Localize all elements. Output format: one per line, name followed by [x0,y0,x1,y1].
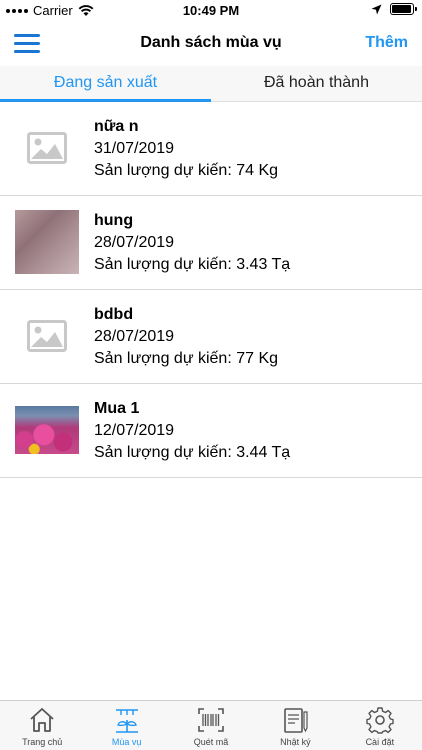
tab-home[interactable]: Trang chủ [0,701,84,750]
tab-label: Quét mã [193,737,229,747]
item-text: nữa n 31/07/2019 Sản lượng dự kiến: 74 K… [94,116,278,182]
season-tabs: Đang sản xuất Đã hoàn thành [0,66,422,102]
menu-icon[interactable] [14,34,40,54]
page-title: Danh sách mùa vụ [140,34,282,51]
status-time: 10:49 PM [182,3,240,18]
crop-yield: Sản lượng dự kiến: 77 Kg [94,350,279,367]
crop-name: nữa n [94,118,139,135]
crop-name: hung [94,212,134,229]
crop-name: bdbd [94,306,134,323]
nav-bar: Danh sách mùa vụ Thêm [0,22,422,66]
status-bar: Carrier 10:49 PM [0,0,422,22]
barcode-scan-icon [198,708,224,732]
item-text: bdbd 28/07/2019 Sản lượng dự kiến: 77 Kg [94,304,278,370]
tab-crop-season[interactable]: Mùa vụ [84,701,168,750]
tab-label: Mùa vụ [111,737,142,747]
crop-date: 12/07/2019 [94,422,175,439]
tab-label: Trang chủ [22,737,63,747]
home-icon [30,708,54,732]
list-item[interactable]: Mua 1 12/07/2019 Sản lượng dự kiến: 3.44… [0,384,422,478]
bottom-tab-bar: Trang chủ Mùa vụ Quét mã Nhật ký Cài đặt [0,700,422,750]
crop-yield: Sản lượng dự kiến: 3.43 Tạ [94,256,291,273]
tab-in-production[interactable]: Đang sản xuất [0,66,211,102]
item-text: Mua 1 12/07/2019 Sản lượng dự kiến: 3.44… [94,398,290,464]
crop-yield: Sản lượng dự kiến: 3.44 Tạ [94,444,291,461]
list-item[interactable]: bdbd 28/07/2019 Sản lượng dự kiến: 77 Kg [0,290,422,384]
list-item[interactable]: nữa n 31/07/2019 Sản lượng dự kiến: 74 K… [0,102,422,196]
crop-date: 31/07/2019 [94,140,175,157]
status-right [371,3,417,15]
crop-date: 28/07/2019 [94,234,175,251]
list-item[interactable]: hung 28/07/2019 Sản lượng dự kiến: 3.43 … [0,196,422,290]
crop-photo [15,210,79,274]
placeholder-image-icon [15,116,79,180]
crop-name: Mua 1 [94,400,140,417]
battery-fill [392,5,411,13]
crop-date: 28/07/2019 [94,328,175,345]
tab-label: Cài đặt [365,737,395,747]
battery-icon [390,3,417,15]
tab-scan[interactable]: Quét mã [169,701,253,750]
tab-label: Nhật ký [280,737,311,747]
crop-season-icon [115,709,138,733]
journal-icon [284,708,309,733]
placeholder-image-icon [15,304,79,368]
tab-completed[interactable]: Đã hoàn thành [211,66,422,101]
location-arrow-icon [371,4,382,14]
crop-photo [15,406,79,454]
add-button[interactable]: Thêm [365,34,408,52]
tab-journal[interactable]: Nhật ký [253,701,337,750]
crop-list: nữa n 31/07/2019 Sản lượng dự kiến: 74 K… [0,102,422,478]
gear-icon [366,707,394,734]
crop-yield: Sản lượng dự kiến: 74 Kg [94,162,279,179]
item-text: hung 28/07/2019 Sản lượng dự kiến: 3.43 … [94,210,290,276]
tab-settings[interactable]: Cài đặt [338,701,422,750]
